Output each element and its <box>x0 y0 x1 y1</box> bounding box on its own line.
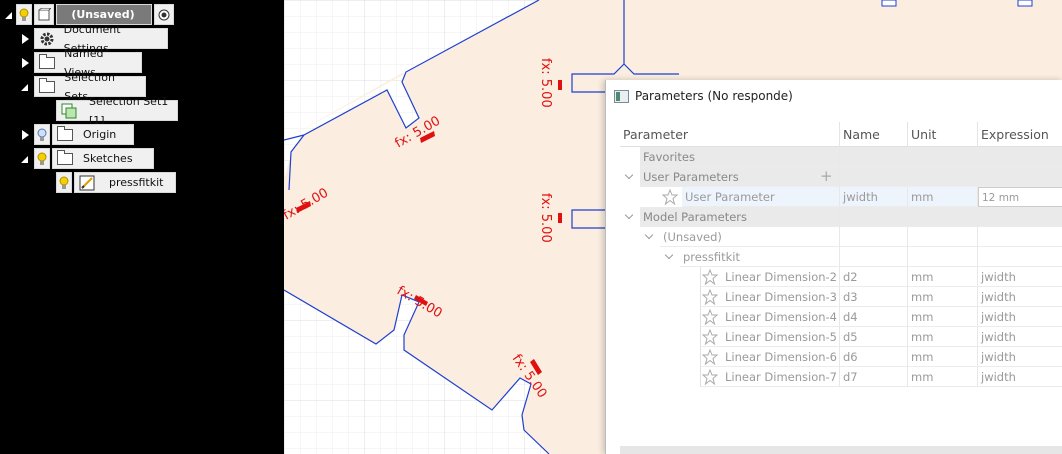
param-unit: mm <box>908 347 978 367</box>
param-name[interactable]: d4 <box>840 307 908 327</box>
folder-icon <box>39 53 56 71</box>
gear-icon <box>39 31 56 47</box>
browser-item-label: pressfitkit <box>109 176 164 189</box>
param-label: Linear Dimension-3 <box>700 287 840 307</box>
browser-panel: (Unsaved) Document Settings Named Views … <box>0 0 284 454</box>
sketch-point[interactable] <box>1017 0 1033 7</box>
param-label: Linear Dimension-5 <box>700 327 840 347</box>
browser-item-origin[interactable]: Origin <box>20 124 134 145</box>
chevron-down-icon[interactable] <box>644 227 654 247</box>
param-label: Linear Dimension-2 <box>700 267 840 287</box>
param-name[interactable]: d3 <box>840 287 908 307</box>
add-icon[interactable]: + <box>820 167 833 186</box>
lightbulb-icon[interactable] <box>56 172 72 193</box>
expand-arrow-icon[interactable] <box>20 129 30 141</box>
browser-item-label: Sketches <box>83 152 133 165</box>
dimension-label[interactable]: fx: 5.00 <box>538 58 553 108</box>
param-name[interactable]: d5 <box>840 327 908 347</box>
table-row[interactable]: Linear Dimension-2 d2 mm jwidth <box>620 267 1062 287</box>
expression-input[interactable]: 12 mm <box>978 187 1062 207</box>
table-row[interactable]: Linear Dimension-5 d5 mm jwidth <box>620 327 1062 347</box>
param-expression[interactable]: jwidth <box>978 347 1062 367</box>
browser-item-label: Origin <box>83 128 117 141</box>
param-unit: mm <box>908 187 978 207</box>
param-unit: mm <box>908 267 978 287</box>
chevron-down-icon[interactable] <box>624 207 634 227</box>
dimension-label[interactable]: fx: 5.00 <box>538 193 553 243</box>
param-name[interactable]: d2 <box>840 267 908 287</box>
param-label: Linear Dimension-6 <box>700 347 840 367</box>
param-expression[interactable]: jwidth <box>978 267 1062 287</box>
group-row-model-parameters[interactable]: Model Parameters <box>620 207 1062 227</box>
folder-icon <box>57 125 75 143</box>
param-label: Linear Dimension-7 <box>700 367 840 387</box>
collapse-arrow-icon[interactable] <box>4 9 14 21</box>
param-expression[interactable]: jwidth <box>978 367 1062 387</box>
star-icon[interactable] <box>662 189 678 205</box>
browser-item-sketches[interactable]: Sketches <box>20 148 154 169</box>
tree-row-pressfitkit[interactable]: pressfitkit <box>620 247 1062 267</box>
expand-arrow-icon[interactable] <box>20 57 30 69</box>
param-name[interactable]: d6 <box>840 347 908 367</box>
dialog-titlebar[interactable]: Parameters (No responde) <box>606 80 1062 112</box>
param-unit: mm <box>908 307 978 327</box>
group-label: Favorites <box>640 147 840 167</box>
param-expression[interactable]: jwidth <box>978 307 1062 327</box>
app-icon <box>614 90 629 103</box>
folder-icon <box>39 77 56 95</box>
group-row-user-parameters[interactable]: User Parameters + <box>620 167 1062 187</box>
browser-item-selection-set1[interactable]: Selection Set1 [1] <box>56 95 178 127</box>
lightbulb-icon[interactable] <box>34 148 50 169</box>
param-unit: mm <box>908 367 978 387</box>
param-expression[interactable]: jwidth <box>978 287 1062 307</box>
param-label: Linear Dimension-4 <box>700 307 840 327</box>
table-row[interactable]: Linear Dimension-6 d6 mm jwidth <box>620 347 1062 367</box>
table-row[interactable]: Linear Dimension-3 d3 mm jwidth <box>620 287 1062 307</box>
table-row-user-parameter[interactable]: User Parameter jwidth mm 12 mm <box>620 187 1062 207</box>
expand-arrow-icon[interactable] <box>20 33 30 45</box>
selection-set-icon <box>61 103 77 119</box>
chevron-down-icon[interactable] <box>664 247 674 267</box>
column-header-unit[interactable]: Unit <box>908 122 978 147</box>
collapse-arrow-icon[interactable] <box>20 153 30 165</box>
column-header-expression[interactable]: Expression <box>978 122 1062 147</box>
browser-item-pressfitkit[interactable]: pressfitkit <box>56 172 176 193</box>
collapse-arrow-icon[interactable] <box>20 81 30 93</box>
param-name[interactable]: d7 <box>840 367 908 387</box>
param-name[interactable]: jwidth <box>840 187 908 207</box>
parameters-dialog[interactable]: Parameters (No responde) Parameter Name … <box>605 80 1062 454</box>
param-unit: mm <box>908 287 978 307</box>
horizontal-scrollbar[interactable] <box>620 446 1062 454</box>
param-unit: mm <box>908 327 978 347</box>
group-label: User Parameters <box>643 170 739 184</box>
param-expression[interactable]: jwidth <box>978 327 1062 347</box>
folder-icon <box>57 149 75 167</box>
lightbulb-off-icon[interactable] <box>34 124 50 145</box>
sketch-icon <box>79 175 97 191</box>
parameters-table[interactable]: Parameter Name Unit Expression Favorites… <box>620 122 1062 454</box>
sketch-point[interactable] <box>881 0 897 7</box>
table-row[interactable]: Linear Dimension-4 d4 mm jwidth <box>620 307 1062 327</box>
dialog-title: Parameters (No responde) <box>635 89 793 103</box>
lightbulb-icon[interactable] <box>16 4 32 25</box>
column-header-parameter[interactable]: Parameter <box>620 122 840 147</box>
chevron-down-icon[interactable] <box>624 167 634 187</box>
param-label: User Parameter <box>682 187 840 207</box>
tree-row-unsaved[interactable]: (Unsaved) <box>620 227 1062 247</box>
document-icon <box>34 4 54 25</box>
tree-label: pressfitkit <box>680 247 840 267</box>
group-label: Model Parameters <box>640 207 840 227</box>
tree-label: (Unsaved) <box>660 227 840 247</box>
table-row[interactable]: Linear Dimension-7 d7 mm jwidth <box>620 367 1062 387</box>
group-row-favorites[interactable]: Favorites <box>620 147 1062 167</box>
column-header-name[interactable]: Name <box>840 122 908 147</box>
